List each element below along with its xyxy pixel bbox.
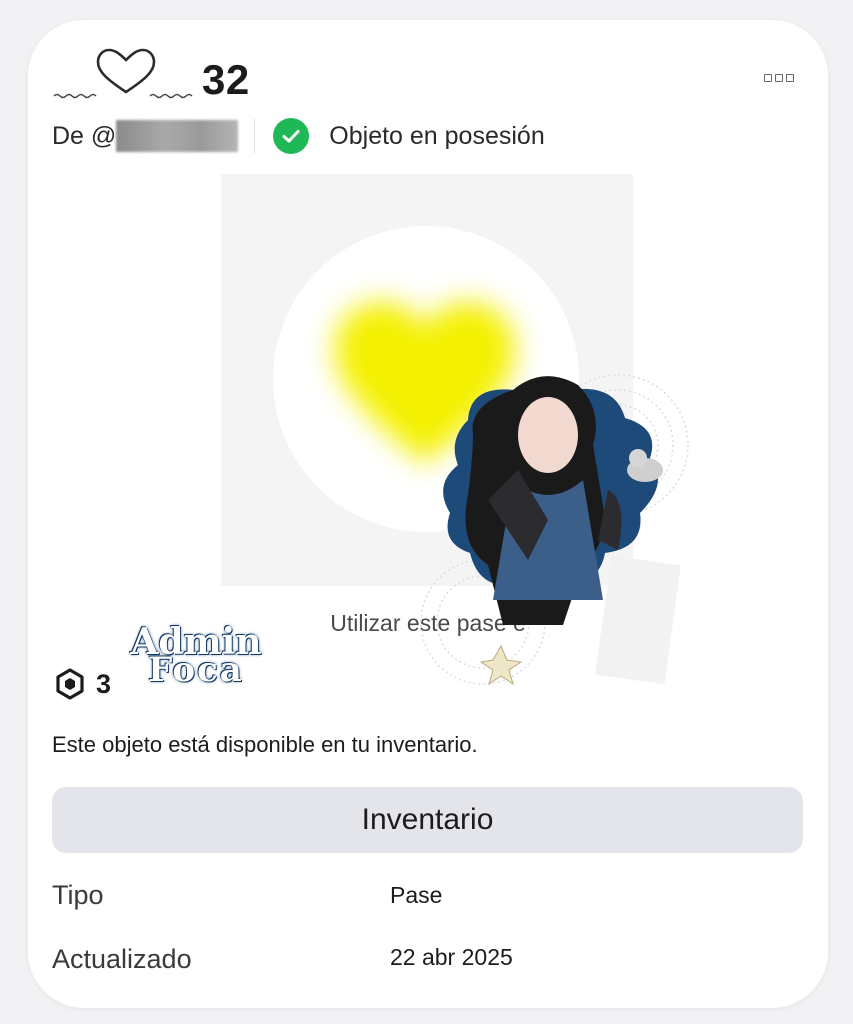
availability-text: Este objeto está disponible en tu invent…	[52, 732, 478, 757]
price-value: 3	[96, 668, 112, 699]
title-decoration	[52, 46, 202, 102]
item-detail-card: 32 De @ Objeto en posesión Utilizar este…	[28, 20, 828, 1008]
more-dot-icon	[775, 74, 783, 82]
price-row: 3	[54, 668, 111, 700]
inventory-button[interactable]: Inventario	[52, 787, 803, 853]
updated-value: 22 abr 2025	[390, 944, 513, 970]
item-title: 32	[202, 56, 250, 103]
type-label: Tipo	[52, 880, 104, 910]
creator-row: De @ Objeto en posesión	[52, 116, 545, 156]
more-dot-icon	[786, 74, 794, 82]
robux-icon	[56, 668, 84, 700]
creator-prefix: De @	[52, 121, 117, 150]
divider	[254, 119, 256, 153]
sticker-caption: Admin Foca	[116, 624, 276, 687]
updated-label: Actualizado	[52, 944, 192, 974]
item-title-row: 32	[52, 46, 250, 102]
heart-outline-icon	[53, 48, 193, 99]
creator-name-redacted[interactable]	[116, 120, 239, 152]
admin-sticker-image	[420, 374, 689, 686]
more-dot-icon	[764, 74, 772, 82]
checkmark-icon	[273, 118, 310, 154]
ownership-status: Objeto en posesión	[329, 121, 545, 150]
more-options-button[interactable]	[764, 74, 794, 82]
type-value: Pase	[390, 882, 443, 908]
